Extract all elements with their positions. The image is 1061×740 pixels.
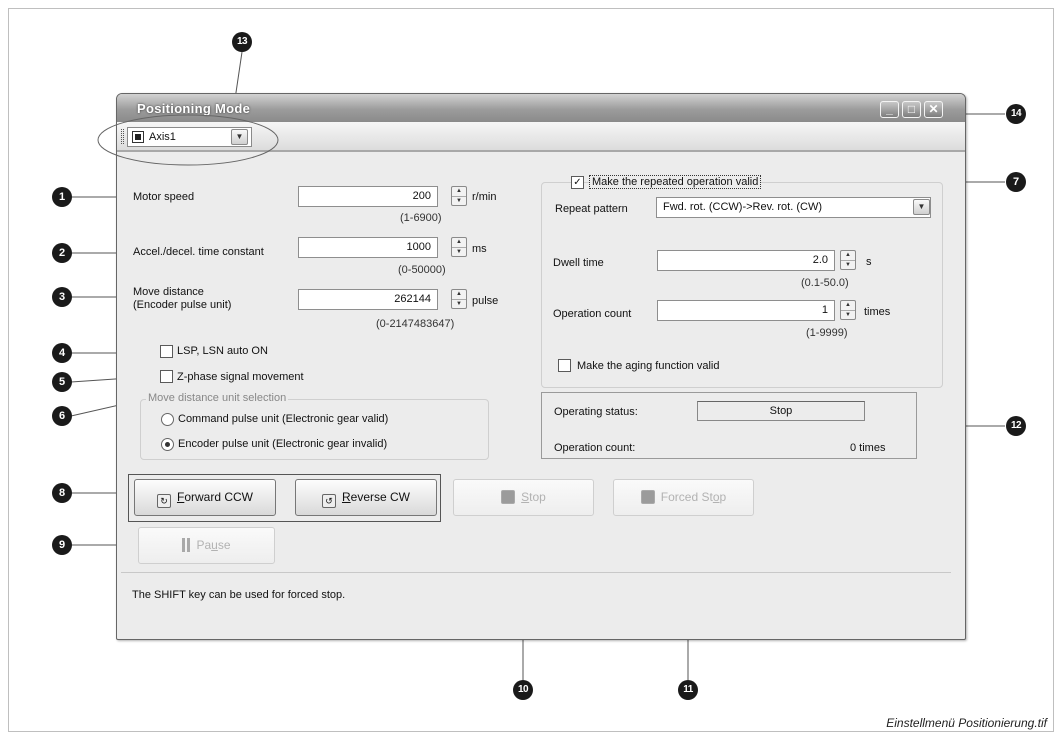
callout-3: 3	[52, 287, 72, 307]
motor-speed-input[interactable]: 200	[298, 186, 438, 207]
repeat-pattern-label: Repeat pattern	[555, 203, 628, 215]
pause-label-a: Pa	[196, 538, 212, 552]
operation-count-spinner[interactable]: ▲ ▼	[840, 300, 856, 320]
dwell-time-input[interactable]: 2.0	[657, 250, 835, 271]
stop-mnemonic: S	[521, 490, 530, 504]
callout-4: 4	[52, 343, 72, 363]
close-button[interactable]: ✕	[924, 101, 943, 118]
callout-14: 14	[1006, 104, 1026, 124]
forward-ccw-button[interactable]: ↻ Forward CCW	[134, 479, 276, 516]
forced-stop-icon	[640, 490, 655, 504]
maximize-button[interactable]: □	[902, 101, 921, 118]
repeat-pattern-value: Fwd. rot. (CCW)->Rev. rot. (CW)	[663, 201, 822, 213]
callout-1: 1	[52, 187, 72, 207]
callout-8: 8	[52, 483, 72, 503]
move-distance-range: (0-2147483647)	[376, 318, 455, 330]
callout-12: 12	[1006, 416, 1026, 436]
encoder-pulse-radio[interactable]	[161, 438, 174, 451]
repeat-valid-checkbox[interactable]: ✓	[571, 176, 584, 189]
lsp-lsn-checkbox[interactable]	[160, 345, 173, 358]
pause-icon	[182, 538, 191, 552]
footer-separator	[121, 572, 951, 573]
motor-speed-label: Motor speed	[133, 191, 195, 203]
move-distance-unit: pulse	[472, 295, 499, 307]
dwell-time-range: (0.1-50.0)	[801, 277, 849, 289]
command-pulse-radio[interactable]	[161, 413, 174, 426]
reverse-cw-mnemonic: R	[341, 490, 351, 504]
encoder-pulse-label: Encoder pulse unit (Electronic gear inva…	[178, 438, 388, 450]
move-distance-sublabel: (Encoder pulse unit)	[133, 299, 232, 311]
pause-label-b: se	[217, 538, 231, 552]
motor-speed-range: (1-6900)	[400, 212, 442, 224]
accel-input[interactable]: 1000	[298, 237, 438, 258]
stop-label: top	[529, 490, 546, 504]
forced-stop-mnemonic: o	[712, 490, 720, 504]
operation-count-unit: times	[864, 306, 891, 318]
callout-10: 10	[513, 680, 533, 700]
dwell-time-label: Dwell time	[553, 257, 604, 269]
aging-checkbox[interactable]	[558, 359, 571, 372]
unit-selection-group	[140, 399, 489, 460]
motor-speed-spinner[interactable]: ▲ ▼	[451, 186, 467, 206]
reverse-cw-button[interactable]: ↺ Reverse CW	[295, 479, 437, 516]
footer-hint: The SHIFT key can be used for forced sto…	[132, 589, 346, 601]
motor-speed-unit: r/min	[472, 191, 497, 203]
forward-rotation-icon: ↻	[156, 494, 171, 508]
pause-button[interactable]: Pause	[138, 527, 275, 564]
z-phase-label: Z-phase signal movement	[177, 371, 304, 383]
reverse-cw-label: everse CW	[350, 490, 410, 504]
accel-spinner[interactable]: ▲ ▼	[451, 237, 467, 257]
accel-unit: ms	[472, 243, 487, 255]
dwell-time-spinner[interactable]: ▲ ▼	[840, 250, 856, 270]
forced-stop-label-b: p	[719, 490, 727, 504]
callout-2: 2	[52, 243, 72, 263]
minimize-button[interactable]: _	[880, 101, 899, 118]
figure-caption: Einstellmenü Positionierung.tif	[886, 716, 1047, 730]
operating-status-label: Operating status:	[554, 406, 638, 418]
status-count-label: Operation count:	[554, 442, 636, 454]
aging-label: Make the aging function valid	[577, 360, 720, 372]
callout-11: 11	[678, 680, 698, 700]
axis-highlight-ellipse	[97, 114, 279, 166]
chevron-down-icon[interactable]: ▼	[913, 199, 930, 215]
status-count-value: 0 times	[850, 442, 886, 454]
stop-button[interactable]: Stop	[453, 479, 594, 516]
move-distance-spinner[interactable]: ▲ ▼	[451, 289, 467, 309]
callout-13: 13	[232, 32, 252, 52]
command-pulse-label: Command pulse unit (Electronic gear vali…	[178, 413, 389, 425]
forced-stop-label-a: Forced St	[660, 490, 713, 504]
callout-5: 5	[52, 372, 72, 392]
repeat-pattern-select[interactable]: Fwd. rot. (CCW)->Rev. rot. (CW)	[656, 197, 931, 218]
stop-icon	[501, 490, 516, 504]
operation-count-label: Operation count	[553, 308, 632, 320]
callout-6: 6	[52, 406, 72, 426]
forward-ccw-label: orward CCW	[184, 490, 253, 504]
repeat-valid-label: Make the repeated operation valid	[589, 175, 762, 189]
reverse-rotation-icon: ↺	[321, 494, 336, 508]
unit-selection-title: Move distance unit selection	[146, 392, 289, 404]
callout-7: 7	[1006, 172, 1026, 192]
move-distance-input[interactable]: 262144	[298, 289, 438, 310]
forced-stop-button[interactable]: Forced Stop	[613, 479, 754, 516]
lsp-lsn-label: LSP, LSN auto ON	[177, 345, 268, 357]
operating-status-value: Stop	[697, 401, 865, 421]
move-distance-label: Move distance	[133, 286, 204, 298]
callout-9: 9	[52, 535, 72, 555]
z-phase-checkbox[interactable]	[160, 370, 173, 383]
accel-label: Accel./decel. time constant	[133, 246, 264, 258]
operation-count-range: (1-9999)	[806, 327, 848, 339]
operation-count-input[interactable]: 1	[657, 300, 835, 321]
pause-mnemonic: u	[211, 538, 218, 552]
accel-range: (0-50000)	[398, 264, 446, 276]
dwell-time-unit: s	[866, 256, 872, 268]
